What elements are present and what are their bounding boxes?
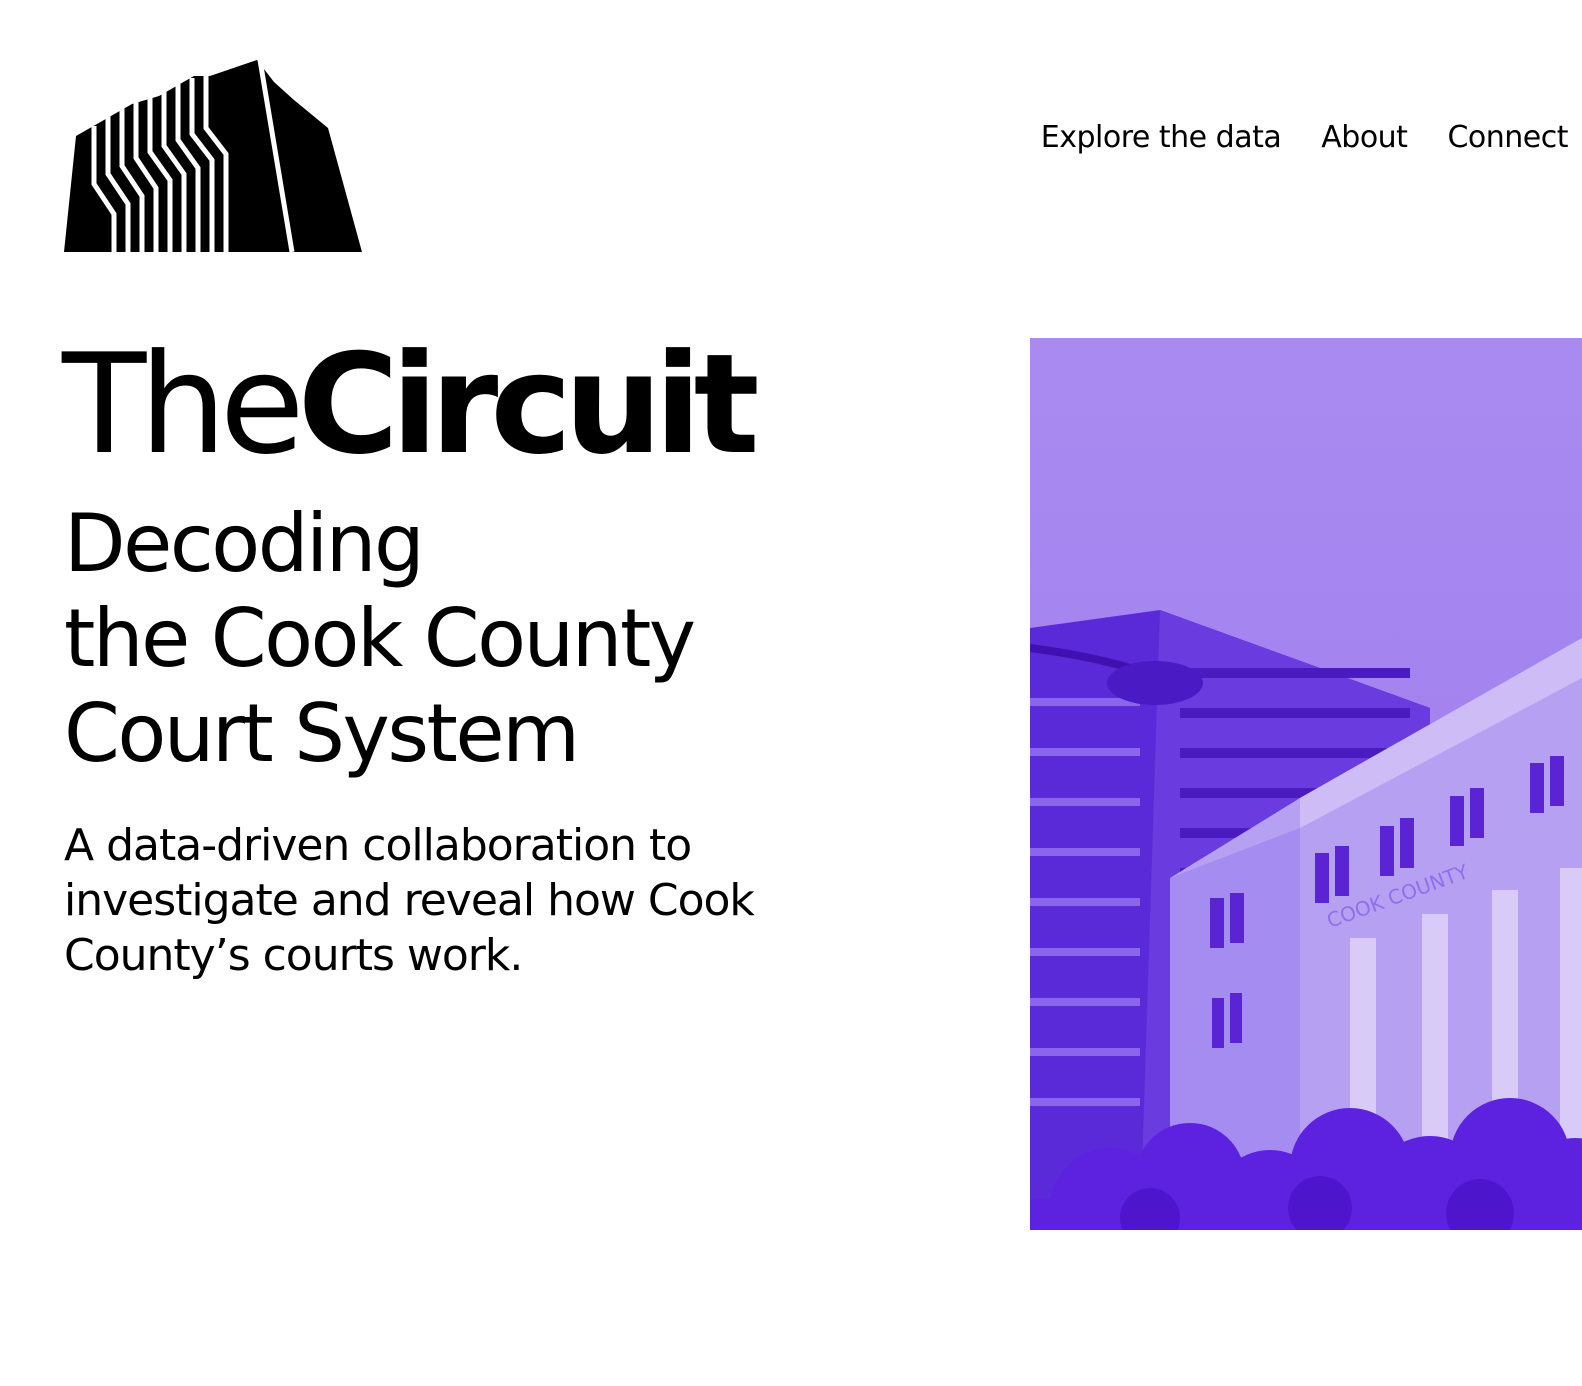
headline-line-1: Decoding: [64, 497, 425, 590]
brand-part-the: The: [62, 324, 305, 485]
nav-about[interactable]: About: [1321, 120, 1408, 155]
headline: Decoding the Cook County Court System: [64, 496, 824, 781]
building-logo-icon: [64, 59, 362, 253]
hero-image: COOK COUNTY: [1030, 338, 1582, 1230]
headline-line-3: Court System: [64, 687, 580, 780]
nav-explore-the-data[interactable]: Explore the data: [1041, 120, 1282, 155]
brand-part-circuit: Circuit: [297, 324, 760, 485]
main-nav: Explore the data About Connect: [1030, 120, 1569, 155]
logo-link[interactable]: [64, 56, 364, 254]
page: Explore the data About Connect TheCircui…: [0, 0, 1582, 1386]
nav-connect[interactable]: Connect: [1447, 120, 1568, 155]
lede-paragraph: A data-driven collaboration to investiga…: [64, 820, 755, 981]
courthouse-photo: COOK COUNTY: [1030, 338, 1582, 1230]
brand-wordmark: TheCircuit: [62, 336, 760, 474]
headline-line-2: the Cook County: [64, 592, 696, 685]
